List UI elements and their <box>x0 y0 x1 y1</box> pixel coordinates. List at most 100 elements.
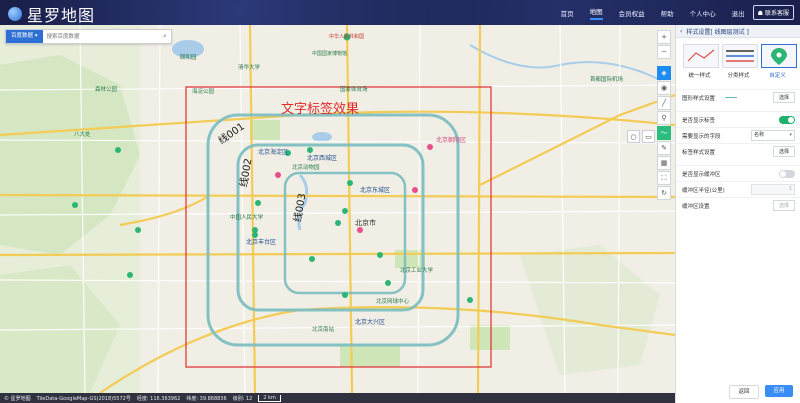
eye-icon[interactable]: ◉ <box>657 81 671 95</box>
apply-button[interactable]: 应用 <box>765 385 793 397</box>
search-icon[interactable]: ⌕ <box>159 32 171 41</box>
show-label-row: 是否显示标签 <box>676 111 800 127</box>
nav-membership[interactable]: 会员权益 <box>619 8 645 18</box>
tile-source-text: TileData-GoogleMap-GS(2018)5572号 <box>36 395 131 402</box>
place-label: 北京东城区 <box>360 187 391 194</box>
place-label: 北京市 <box>355 219 376 227</box>
place-label: 首都国际机场 <box>590 77 624 83</box>
map-canvas[interactable]: 文字标签效果 线001 线002 线003 中国国家博物馆 北京海淀区 北京西城… <box>0 25 675 393</box>
place-label: 北京网球中心 <box>376 299 410 305</box>
zoom-level-readout: 级别: 12 <box>232 395 253 402</box>
panel-header: ‹ 样式设置[ 线图层测试 ] <box>676 25 800 38</box>
search-engine-select[interactable]: 百度数据 <box>6 30 43 43</box>
circle-draw-icon[interactable]: ○ <box>627 130 640 143</box>
place-label: 清华大学 <box>238 65 261 71</box>
search-bar: 百度数据 ⌕ <box>5 29 172 44</box>
ruler-icon[interactable]: ╱ <box>657 96 671 110</box>
place-label: 北京工业大学 <box>400 268 434 274</box>
place-label: 北京大兴区 <box>355 319 386 326</box>
grid-icon[interactable]: ▦ <box>657 156 671 170</box>
top-navigation-bar: 星罗地图 首页 地图 会员权益 帮助 个人中心 退出 ☗ 联系客服 <box>0 0 800 25</box>
layers-icon[interactable]: ◈ <box>657 66 671 80</box>
line-preview-icon <box>724 97 737 98</box>
place-label: 海淀公园 <box>192 89 215 95</box>
map-annotation: 文字标签效果 <box>281 102 360 117</box>
nav-map[interactable]: 地图 <box>589 6 603 20</box>
label-style-select-button[interactable]: 选择 <box>772 146 795 157</box>
place-label: 八大处 <box>74 132 91 138</box>
style-option-label: 统一样式 <box>688 73 711 79</box>
app-name: 星罗地图 <box>27 6 96 25</box>
place-label: 北京丰台区 <box>246 239 277 246</box>
place-label: 北京朝阳区 <box>436 137 467 144</box>
buffer-radius-label: 缓冲区半径(公里) <box>682 187 725 194</box>
style-type-selector: 统一样式 分类样式 自定义 <box>676 38 800 81</box>
style-option-label: 自定义 <box>769 73 786 79</box>
place-label: 中国国家博物馆 <box>312 51 348 57</box>
label-field-select[interactable]: 名称 <box>751 130 795 141</box>
style-settings-panel: ‹ 样式设置[ 线图层测试 ] 统一样式 分类样式 自定义 图形样式设置 选择 <box>675 25 800 403</box>
user-icon: ☗ <box>757 10 764 17</box>
main-nav: 首页 地图 会员权益 帮助 个人中心 退出 ☗ 联系客服 <box>553 0 794 25</box>
panel-footer: 返回 应用 <box>676 385 800 399</box>
latitude-readout: 纬度: 39.868836 <box>186 395 227 402</box>
longitude-readout: 经度: 116.363962 <box>136 395 181 402</box>
copyright-text: © 星罗地图 <box>4 395 31 402</box>
label-style-row: 标签样式设置 选择 <box>676 143 800 159</box>
place-label: 北京海淀区 <box>258 149 289 156</box>
custom-style-thumb-icon <box>760 44 797 68</box>
buffer-radius-input[interactable]: 1 <box>751 184 795 195</box>
place-label: 北京南站 <box>312 327 335 333</box>
line-style-label: 图形样式设置 <box>682 95 716 102</box>
place-label: 中国人民大学 <box>230 215 264 221</box>
buffer-style-row: 缓冲区设置 选择 <box>676 197 800 213</box>
refresh-icon[interactable]: ↻ <box>657 186 671 200</box>
pin-icon[interactable]: ⚲ <box>657 111 671 125</box>
buffer-style-label: 缓冲区设置 <box>682 203 710 210</box>
search-input[interactable] <box>42 31 159 42</box>
place-label: 中华人民共和国 <box>329 34 365 40</box>
crop-icon[interactable]: ⛶ <box>657 171 671 185</box>
polyline-icon[interactable]: 〜 <box>657 126 671 140</box>
style-option-custom[interactable]: 自定义 <box>760 44 797 79</box>
style-option-uniform[interactable]: 统一样式 <box>682 44 719 79</box>
nav-logout[interactable]: 退出 <box>732 8 745 18</box>
scale-bar: 2 km <box>258 394 281 402</box>
zoom-out-icon[interactable]: − <box>657 45 671 59</box>
rectangle-draw-icon[interactable]: ▭ <box>642 130 655 143</box>
back-arrow-icon[interactable]: ‹ <box>680 28 682 35</box>
show-buffer-label: 是否显示缓冲区 <box>682 171 721 178</box>
nav-help[interactable]: 帮助 <box>661 8 674 18</box>
map-toolbar: + − ◈ ◉ ╱ ⚲ 〜 ✎ ▦ ⛶ ↻ <box>657 30 671 201</box>
place-label: 北京动物园 <box>292 165 320 171</box>
nav-user-center[interactable]: 个人中心 <box>690 8 716 18</box>
show-label-toggle[interactable] <box>779 115 795 124</box>
buffer-radius-row: 缓冲区半径(公里) 1 <box>676 181 800 197</box>
buffer-style-select-button[interactable]: 选择 <box>772 200 795 211</box>
contact-support-button[interactable]: ☗ 联系客服 <box>752 5 794 20</box>
line-style-row: 图形样式设置 选择 <box>676 89 800 105</box>
status-bar: © 星罗地图 TileData-GoogleMap-GS(2018)5572号 … <box>0 393 675 403</box>
draw-tools: ○ ▭ <box>627 130 657 143</box>
place-label: 国家体育场 <box>340 87 368 93</box>
show-label-label: 是否显示标签 <box>682 117 716 124</box>
show-buffer-row: 是否显示缓冲区 <box>676 165 800 181</box>
contact-support-label: 联系客服 <box>764 10 789 17</box>
label-style-label: 标签样式设置 <box>682 149 716 156</box>
app-logo[interactable]: 星罗地图 <box>8 2 95 26</box>
nav-home[interactable]: 首页 <box>561 8 574 18</box>
logo-icon <box>8 7 22 21</box>
category-style-thumb-icon <box>721 44 758 68</box>
style-option-category[interactable]: 分类样式 <box>721 44 758 79</box>
edit-icon[interactable]: ✎ <box>657 141 671 155</box>
place-label: 北京西城区 <box>307 155 338 162</box>
map-svg <box>0 25 675 393</box>
show-buffer-toggle[interactable] <box>779 169 795 178</box>
label-field-label: 需要显示的字段 <box>682 133 721 140</box>
line-style-select-button[interactable]: 选择 <box>772 92 795 103</box>
zoom-in-icon[interactable]: + <box>657 30 671 44</box>
place-label: 颐和园 <box>180 55 197 61</box>
back-button[interactable]: 返回 <box>729 385 759 399</box>
style-option-label: 分类样式 <box>727 73 750 79</box>
panel-title: 样式设置[ 线图层测试 ] <box>686 28 749 36</box>
